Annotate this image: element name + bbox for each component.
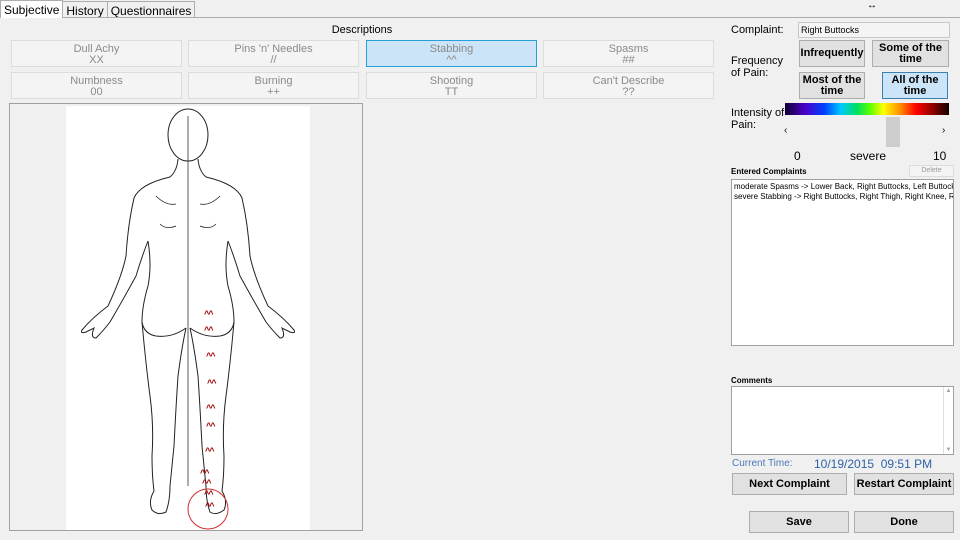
frequency-label: Frequency of Pain: — [731, 55, 783, 79]
tab-history[interactable]: History — [62, 1, 108, 18]
pain-mark: ^^ — [200, 468, 209, 478]
pain-mark: ^^ — [207, 378, 216, 388]
entered-complaints-label: Entered Complaints — [731, 167, 807, 176]
tab-divider — [0, 17, 960, 18]
comments-label: Comments — [731, 376, 773, 385]
desc-button-spasms[interactable]: Spasms ## — [543, 40, 714, 67]
pain-mark: ^^ — [204, 309, 213, 319]
delete-button[interactable]: Delete — [909, 165, 954, 177]
intensity-value-label: severe — [850, 149, 887, 163]
desc-symbol: ++ — [267, 86, 280, 98]
pain-mark: ^^ — [204, 325, 213, 335]
pain-mark: ^^ — [204, 489, 213, 499]
frequency-infrequently-button[interactable]: Infrequently — [799, 40, 865, 67]
desc-symbol: ^^ — [446, 54, 457, 66]
scroll-down-icon[interactable]: ▼ — [944, 447, 953, 453]
body-outline-icon — [81, 108, 295, 530]
save-button[interactable]: Save — [749, 511, 849, 533]
done-button[interactable]: Done — [854, 511, 954, 533]
desc-button-dull-achy[interactable]: Dull Achy XX — [11, 40, 182, 67]
resize-icon[interactable]: ↔ — [867, 0, 877, 11]
desc-symbol: ?? — [622, 86, 635, 98]
pain-mark: ^^ — [206, 403, 215, 413]
desc-button-burning[interactable]: Burning ++ — [188, 72, 359, 99]
intensity-min-label: 0 — [794, 149, 801, 163]
pain-mark: ^^ — [202, 478, 211, 488]
desc-symbol: TT — [444, 86, 459, 98]
comments-scrollbar[interactable]: ▲ ▼ — [943, 387, 953, 454]
intensity-slider-thumb[interactable] — [885, 117, 900, 147]
tab-subjective[interactable]: Subjective — [0, 0, 64, 18]
desc-button-pins-needles[interactable]: Pins 'n' Needles // — [188, 40, 359, 67]
desc-symbol: // — [270, 54, 277, 66]
descriptions-title: Descriptions — [331, 24, 393, 36]
desc-symbol: XX — [89, 54, 104, 66]
tab-bar: Subjective History Questionnaires — [0, 0, 196, 18]
body-diagram[interactable]: ^^ ^^ ^^ ^^ ^^ ^^ ^^ ^^ ^^ ^^ ^^ — [66, 106, 310, 530]
scroll-up-icon[interactable]: ▲ — [944, 388, 953, 394]
pain-mark: ^^ — [206, 421, 215, 431]
intensity-label: Intensity of Pain: — [731, 107, 785, 131]
frequency-some-button[interactable]: Some of the time — [872, 40, 949, 67]
intensity-right-arrow-icon[interactable]: › — [942, 125, 945, 136]
desc-symbol: 00 — [90, 86, 103, 98]
intensity-left-arrow-icon[interactable]: ‹ — [784, 125, 787, 136]
complaint-field[interactable]: Right Buttocks — [798, 22, 950, 38]
tab-questionnaires[interactable]: Questionnaires — [106, 1, 196, 18]
desc-button-shooting[interactable]: Shooting TT — [366, 72, 537, 99]
desc-button-stabbing[interactable]: Stabbing ^^ — [366, 40, 537, 67]
pain-mark: ^^ — [205, 446, 214, 456]
intensity-max-label: 10 — [933, 149, 947, 163]
restart-complaint-button[interactable]: Restart Complaint — [854, 473, 954, 495]
current-time-label: Current Time: — [732, 458, 793, 469]
complaint-list-item[interactable]: moderate Spasms -> Lower Back, Right But… — [734, 182, 953, 192]
complaint-list-item[interactable]: severe Stabbing -> Right Buttocks, Right… — [734, 192, 953, 202]
comments-field[interactable]: ▲ ▼ — [731, 386, 954, 455]
frequency-all-button[interactable]: All of the time — [882, 72, 948, 99]
intensity-spectrum — [785, 103, 949, 115]
desc-symbol: ## — [622, 54, 635, 66]
next-complaint-button[interactable]: Next Complaint — [732, 473, 847, 495]
pain-mark: ^^ — [206, 351, 215, 361]
body-diagram-panel[interactable]: ^^ ^^ ^^ ^^ ^^ ^^ ^^ ^^ ^^ ^^ ^^ — [9, 103, 363, 531]
desc-button-cant-describe[interactable]: Can't Describe ?? — [543, 72, 714, 99]
current-time-value: 10/19/2015 09:51 PM — [814, 457, 933, 471]
pain-mark: ^^ — [205, 501, 214, 511]
entered-complaints-list[interactable]: moderate Spasms -> Lower Back, Right But… — [731, 179, 954, 346]
desc-button-numbness[interactable]: Numbness 00 — [11, 72, 182, 99]
complaint-label: Complaint: — [731, 24, 784, 36]
frequency-most-button[interactable]: Most of the time — [799, 72, 865, 99]
